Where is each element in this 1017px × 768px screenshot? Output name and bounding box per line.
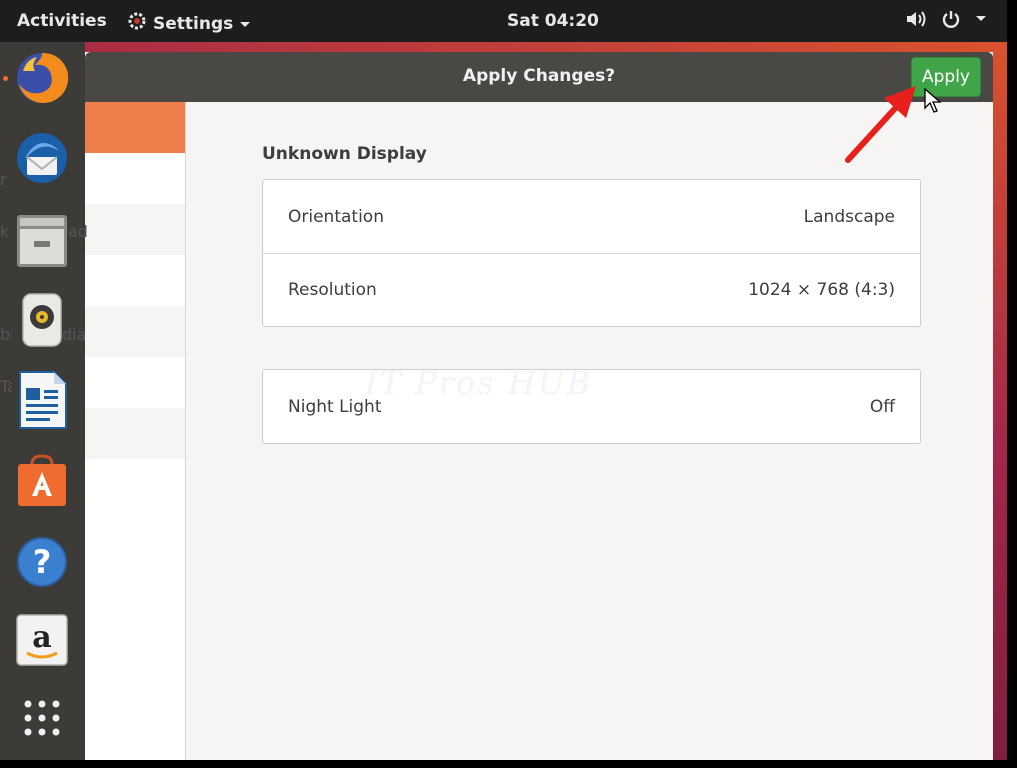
sidebar-item[interactable] — [85, 153, 185, 204]
activities-button[interactable]: Activities — [17, 11, 107, 31]
dock-item-help[interactable]: ? — [12, 534, 72, 594]
amazon-icon: a — [15, 613, 69, 671]
orientation-row[interactable]: Orientation Landscape — [263, 180, 920, 253]
help-icon: ? — [15, 535, 69, 593]
resolution-label: Resolution — [288, 280, 377, 300]
sidebar-item[interactable] — [85, 306, 185, 357]
app-menu[interactable]: Settings — [127, 11, 251, 36]
resolution-row[interactable]: Resolution 1024 × 768 (4:3) — [263, 253, 920, 326]
orientation-label: Orientation — [288, 206, 384, 227]
display-settings-card: Orientation Landscape Resolution 1024 × … — [262, 179, 921, 327]
mouse-cursor-icon — [924, 88, 942, 113]
sidebar-partial-label: rd — [0, 170, 6, 189]
sidebar-partial-label: ad — [68, 222, 88, 241]
chevron-down-icon — [239, 14, 251, 34]
rhythmbox-icon — [17, 291, 67, 353]
dock-item-thunderbird[interactable] — [12, 130, 72, 190]
svg-text:a: a — [32, 620, 51, 655]
power-icon — [941, 9, 961, 29]
firefox-icon — [13, 49, 71, 111]
dock-item-firefox[interactable] — [3, 49, 72, 111]
app-menu-label: Settings — [153, 13, 234, 34]
dock-item-show-applications[interactable] — [12, 690, 72, 750]
display-panel: Unknown Display Orientation Landscape Re… — [187, 102, 993, 760]
watermark: IT Pros HUB — [365, 364, 593, 402]
header-bar: Apply Changes? Apply — [85, 52, 993, 102]
top-panel: Activities Settings Sat 04:20 — [0, 0, 1007, 42]
sidebar-item[interactable] — [85, 459, 185, 510]
system-tray[interactable] — [905, 9, 987, 29]
svg-text:?: ? — [33, 543, 52, 581]
sidebar-item[interactable] — [85, 255, 185, 306]
show-applications-icon — [20, 696, 64, 744]
sidebar-partial-label: Ta — [0, 377, 12, 396]
sidebar-item[interactable] — [85, 357, 185, 408]
volume-icon — [905, 9, 927, 29]
thunderbird-icon — [13, 129, 71, 191]
night-light-value: Off — [869, 396, 895, 417]
sidebar-partial-label: k T — [0, 222, 14, 241]
dock-item-amazon[interactable]: a — [12, 612, 72, 672]
sidebar-item-selected[interactable] — [85, 102, 185, 153]
ubuntu-software-icon — [14, 452, 70, 512]
sidebar-item[interactable] — [85, 408, 185, 459]
dock-item-libreoffice-writer[interactable] — [12, 370, 72, 434]
dock-item-ubuntu-software[interactable] — [12, 452, 72, 512]
sidebar — [85, 102, 186, 760]
sidebar-partial-label: ble — [0, 325, 12, 344]
display-name-heading: Unknown Display — [262, 144, 427, 164]
dock-item-files[interactable] — [12, 212, 72, 272]
dock: ? a — [0, 42, 85, 760]
chevron-down-icon — [975, 15, 987, 23]
settings-window: Apply Changes? Apply Unknown Display Ori… — [85, 52, 993, 760]
orientation-value: Landscape — [803, 206, 895, 227]
apply-button[interactable]: Apply — [911, 57, 981, 97]
files-icon — [14, 211, 70, 273]
window-title: Apply Changes? — [462, 66, 616, 86]
resolution-value: 1024 × 768 (4:3) — [748, 280, 895, 300]
sidebar-partial-label: dia — [62, 325, 87, 344]
clock[interactable]: Sat 04:20 — [507, 11, 599, 31]
libreoffice-writer-icon — [16, 370, 68, 434]
sidebar-item[interactable] — [85, 204, 185, 255]
settings-gear-icon — [127, 11, 147, 36]
